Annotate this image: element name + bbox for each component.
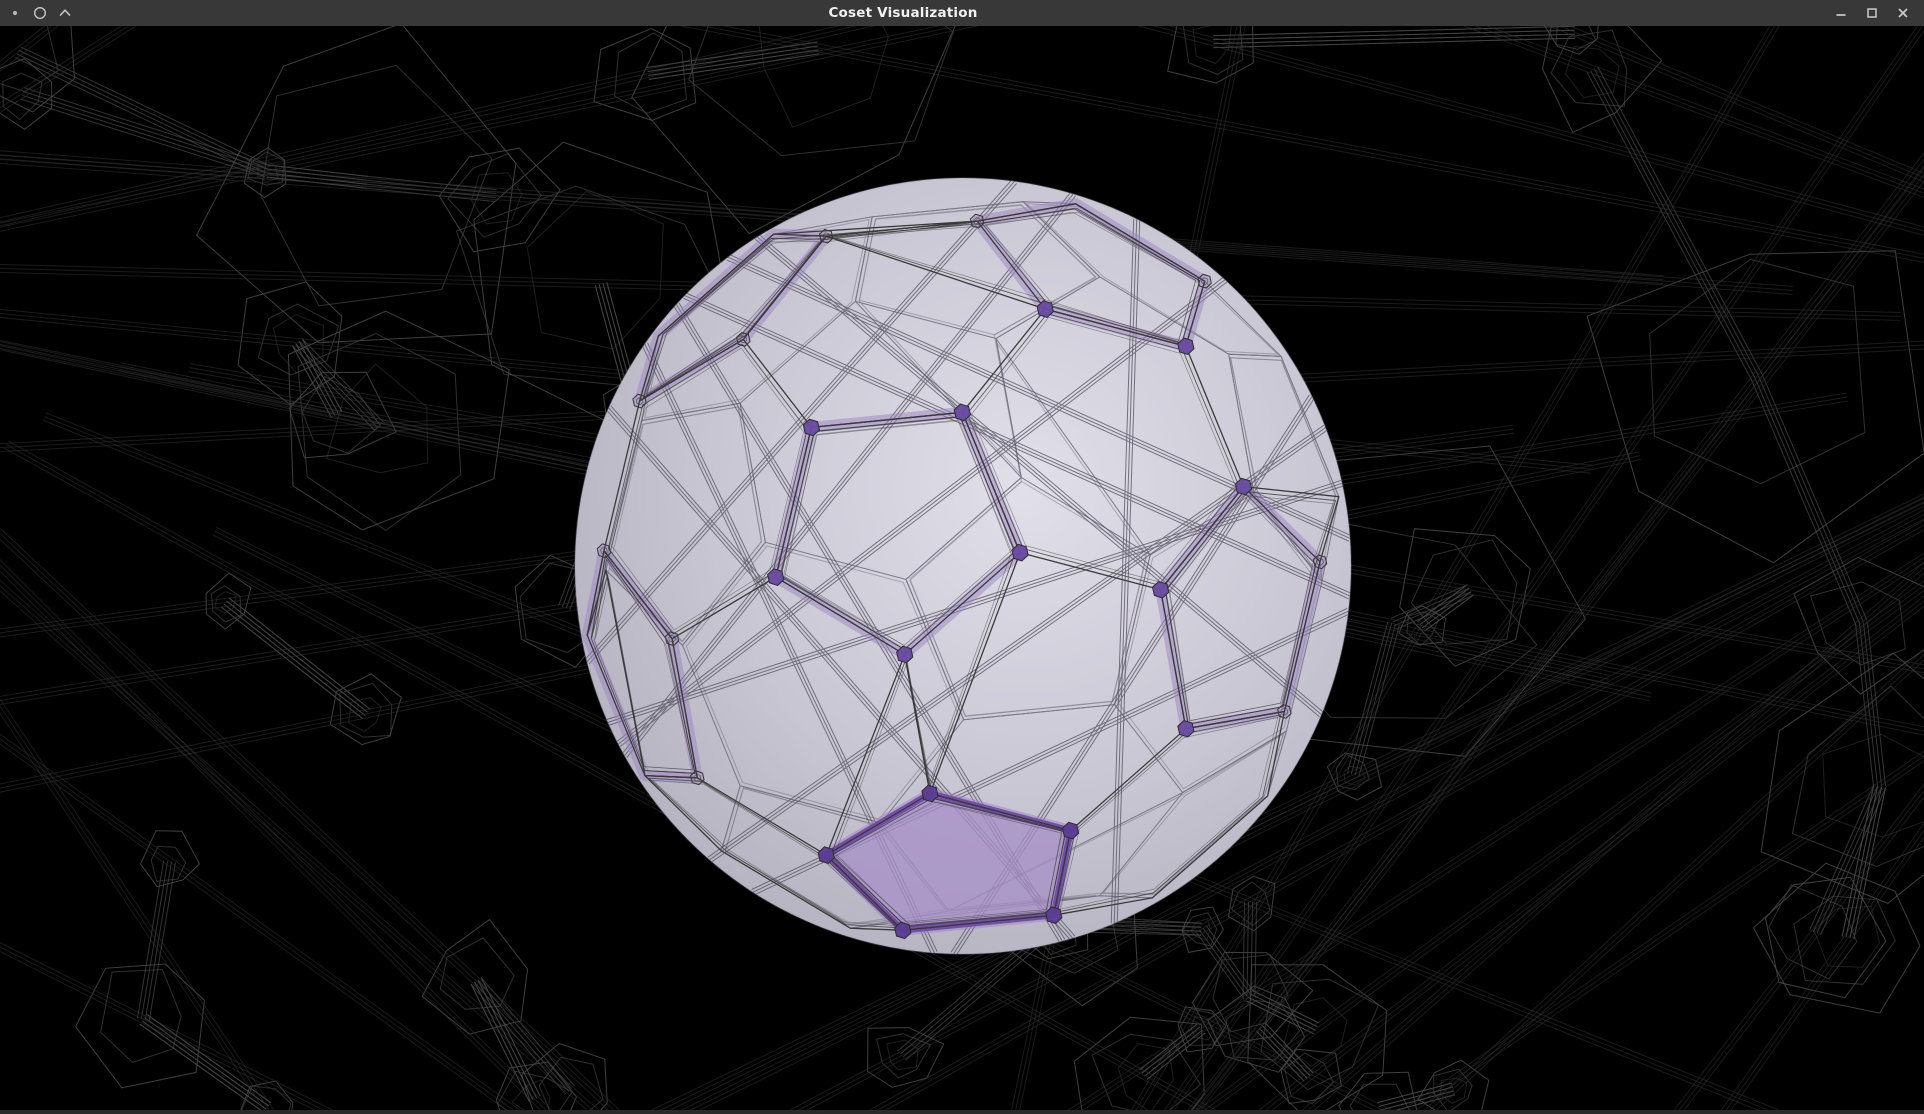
close-button[interactable]: [1895, 5, 1911, 21]
app-window: Coset Visualization: [0, 0, 1924, 1114]
minimize-button[interactable]: [1833, 5, 1849, 21]
chevron-up-icon[interactable]: [58, 6, 72, 20]
titlebar[interactable]: Coset Visualization: [0, 0, 1924, 26]
coset-3d-scene[interactable]: [0, 26, 1924, 1114]
status-dot-icon: [8, 6, 22, 20]
record-circle-icon[interactable]: [33, 6, 47, 20]
viewport-3d[interactable]: [0, 26, 1924, 1114]
titlebar-left-icons: [0, 6, 72, 20]
maximize-button[interactable]: [1864, 5, 1880, 21]
window-bottom-border: [0, 1110, 1924, 1114]
window-controls: [1833, 5, 1924, 21]
window-title: Coset Visualization: [0, 0, 1806, 26]
